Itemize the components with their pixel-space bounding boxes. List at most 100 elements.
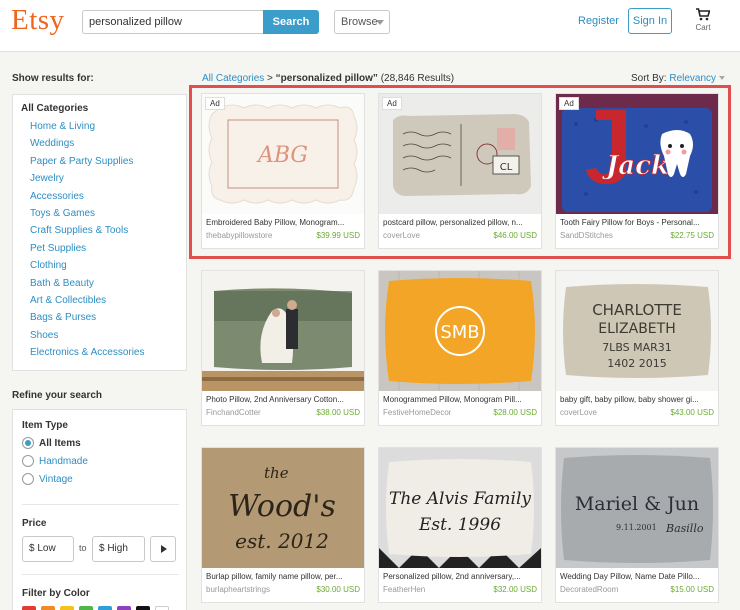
ad-badge: Ad xyxy=(382,97,402,110)
price-label: Price xyxy=(22,518,47,529)
radio-all-items[interactable]: All Items xyxy=(22,436,81,450)
search-input[interactable] xyxy=(82,10,263,34)
listing-image[interactable]: ABG Ad xyxy=(202,94,364,214)
breadcrumb-separator: > xyxy=(264,73,276,84)
category-list: Home & Living Weddings Paper & Party Suppl… xyxy=(30,120,145,363)
shop-name[interactable]: thebabypillowstore xyxy=(206,231,272,240)
breadcrumb: All Categories > “personalized pillow” (… xyxy=(202,73,454,84)
listing-meta: FestiveHomeDecor $28.00 USD xyxy=(379,404,541,417)
ad-badge: Ad xyxy=(205,97,225,110)
svg-text:est. 2012: est. 2012 xyxy=(235,529,329,553)
listing-card[interactable]: CL Ad postcard pillow, personalized pillow… xyxy=(378,93,542,249)
listing-title[interactable]: Monogrammed Pillow, Monogram Pill... xyxy=(379,391,541,404)
category-link[interactable]: Shoes xyxy=(30,329,145,346)
register-link[interactable]: Register xyxy=(578,15,619,27)
color-swatch[interactable] xyxy=(155,606,169,610)
listing-card[interactable]: Mariel & Jun 9.11.2001 Basillo Wedding Da… xyxy=(555,447,719,603)
shop-name[interactable]: FeatherHen xyxy=(383,585,425,594)
shop-name[interactable]: DecoratedRoom xyxy=(560,585,618,594)
listing-card[interactable]: the Wood's est. 2012 Burlap pillow, famil… xyxy=(201,447,365,603)
color-swatch[interactable] xyxy=(22,606,36,610)
category-link[interactable]: Jewelry xyxy=(30,172,145,189)
shop-name[interactable]: SandDStitches xyxy=(560,231,613,240)
listing-card[interactable]: SMB Monogrammed Pillow, Monogram Pill... F… xyxy=(378,270,542,426)
listing-card[interactable]: The Alvis Family Est. 1996 Personalized p… xyxy=(378,447,542,603)
listing-title[interactable]: Photo Pillow, 2nd Anniversary Cotton... xyxy=(202,391,364,404)
listing-image[interactable]: Mariel & Jun 9.11.2001 Basillo xyxy=(556,448,718,568)
results-count: (28,846 Results) xyxy=(380,73,455,84)
listing-title[interactable]: Embroidered Baby Pillow, Monogram... xyxy=(202,214,364,227)
price-to-label: to xyxy=(79,543,87,553)
radio-icon xyxy=(22,473,34,485)
listing-price: $15.00 USD xyxy=(670,585,714,594)
listing-meta: thebabypillowstore $39.99 USD xyxy=(202,227,364,240)
browse-label: Browse xyxy=(341,16,378,28)
listing-title[interactable]: Personalized pillow, 2nd anniversary,... xyxy=(379,568,541,581)
browse-dropdown[interactable]: Browse xyxy=(334,10,390,34)
listing-meta: SandDStitches $22.75 USD xyxy=(556,227,718,240)
listing-price: $38.00 USD xyxy=(316,408,360,417)
category-link[interactable]: Toys & Games xyxy=(30,207,145,224)
sort-control[interactable]: Sort By: Relevancy xyxy=(631,73,726,84)
listing-title[interactable]: postcard pillow, personalized pillow, n.… xyxy=(379,214,541,227)
listing-image[interactable]: Jack Ad xyxy=(556,94,718,214)
listing-card[interactable]: CHARLOTTE ELIZABETH 7LBS MAR31 1402 2015… xyxy=(555,270,719,426)
listing-title[interactable]: Burlap pillow, family name pillow, per..… xyxy=(202,568,364,581)
category-link[interactable]: Home & Living xyxy=(30,120,145,137)
card-art-text: SMB xyxy=(440,322,479,343)
color-swatch[interactable] xyxy=(41,606,55,610)
svg-text:ELIZABETH: ELIZABETH xyxy=(598,321,675,337)
card-art-text: ABG xyxy=(256,143,308,168)
category-link[interactable]: Art & Collectibles xyxy=(30,294,145,311)
color-swatch[interactable] xyxy=(98,606,112,610)
listing-image[interactable]: CHARLOTTE ELIZABETH 7LBS MAR31 1402 2015 xyxy=(556,271,718,391)
etsy-logo[interactable]: Etsy xyxy=(11,4,65,37)
listing-title[interactable]: Tooth Fairy Pillow for Boys - Personal..… xyxy=(556,214,718,227)
category-link[interactable]: Clothing xyxy=(30,259,145,276)
search-button[interactable]: Search xyxy=(263,10,319,34)
listing-image[interactable] xyxy=(202,271,364,391)
radio-label: Handmade xyxy=(39,455,88,467)
listing-title[interactable]: Wedding Day Pillow, Name Date Pillo... xyxy=(556,568,718,581)
breadcrumb-all-categories[interactable]: All Categories xyxy=(202,73,264,84)
listing-card[interactable]: Photo Pillow, 2nd Anniversary Cotton... F… xyxy=(201,270,365,426)
radio-vintage[interactable]: Vintage xyxy=(22,472,73,486)
shop-name[interactable]: FestiveHomeDecor xyxy=(383,408,451,417)
search-query-label: “personalized pillow” xyxy=(275,73,378,84)
category-link[interactable]: Accessories xyxy=(30,190,145,207)
category-link[interactable]: Weddings xyxy=(30,137,145,154)
listing-image[interactable]: the Wood's est. 2012 xyxy=(202,448,364,568)
listing-card[interactable]: ABG Ad Embroidered Baby Pillow, Monogram..… xyxy=(201,93,365,249)
shop-name[interactable]: coverLove xyxy=(560,408,597,417)
category-link[interactable]: Bags & Purses xyxy=(30,311,145,328)
category-link[interactable]: Paper & Party Supplies xyxy=(30,155,145,172)
color-swatch[interactable] xyxy=(79,606,93,610)
shop-name[interactable]: coverLove xyxy=(383,231,420,240)
listing-image[interactable]: SMB xyxy=(379,271,541,391)
listing-price: $28.00 USD xyxy=(493,408,537,417)
cart-icon xyxy=(696,8,710,21)
category-link[interactable]: Bath & Beauty xyxy=(30,277,145,294)
cart-button[interactable]: Cart xyxy=(688,8,718,42)
listing-image[interactable]: The Alvis Family Est. 1996 xyxy=(379,448,541,568)
signin-button[interactable]: Sign In xyxy=(628,8,672,34)
filter-color-label: Filter by Color xyxy=(22,588,90,599)
color-swatch[interactable] xyxy=(136,606,150,610)
listing-image[interactable]: CL Ad xyxy=(379,94,541,214)
price-go-button[interactable] xyxy=(150,536,176,562)
radio-handmade[interactable]: Handmade xyxy=(22,454,88,468)
color-swatch[interactable] xyxy=(60,606,74,610)
color-swatch[interactable] xyxy=(117,606,131,610)
shop-name[interactable]: FinchandCotter xyxy=(206,408,261,417)
category-link[interactable]: Craft Supplies & Tools xyxy=(30,224,145,241)
sort-label: Sort By: xyxy=(631,73,667,84)
listing-meta: FeatherHen $32.00 USD xyxy=(379,581,541,594)
category-link[interactable]: Pet Supplies xyxy=(30,242,145,259)
price-high-input[interactable]: $ High xyxy=(92,536,145,562)
radio-icon xyxy=(22,455,34,467)
price-low-input[interactable]: $ Low xyxy=(22,536,74,562)
shop-name[interactable]: burlapheartstrings xyxy=(206,585,270,594)
listing-title[interactable]: baby gift, baby pillow, baby shower gi..… xyxy=(556,391,718,404)
listing-card[interactable]: Jack Ad Tooth Fairy Pillow for Boys - Per… xyxy=(555,93,719,249)
category-link[interactable]: Electronics & Accessories xyxy=(30,346,145,363)
